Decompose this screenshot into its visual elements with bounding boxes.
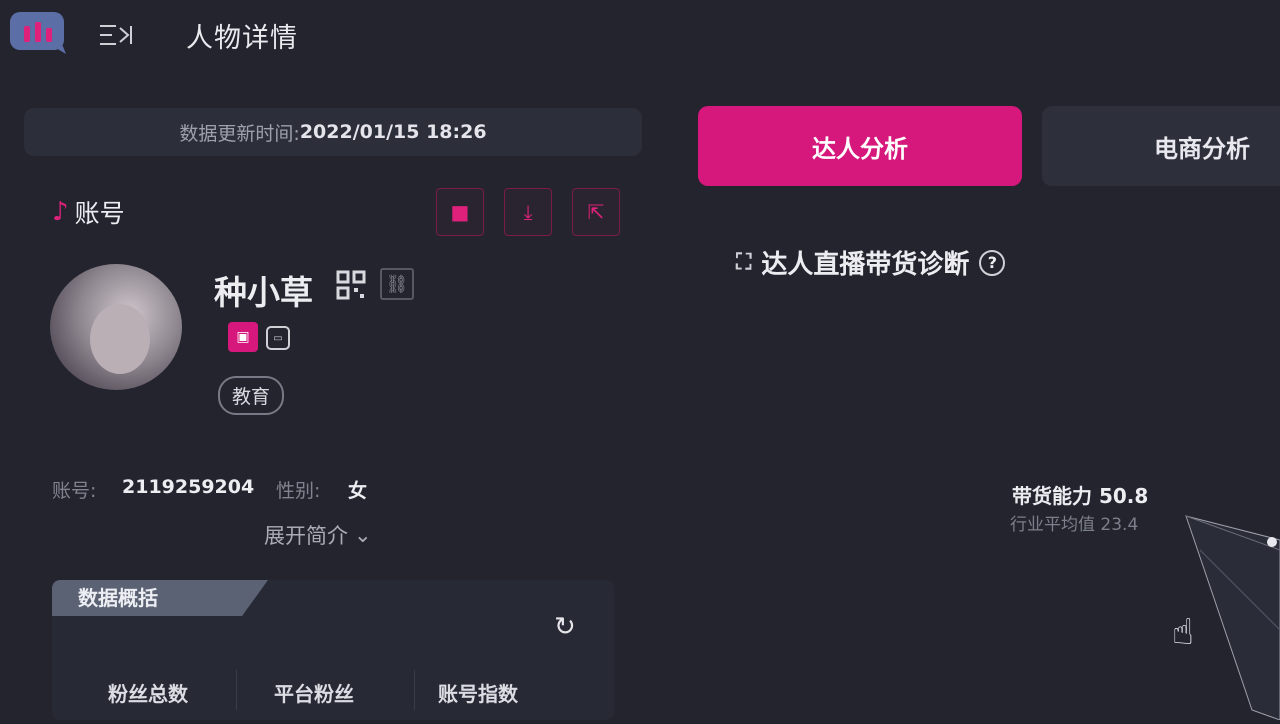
logo	[8, 10, 70, 54]
account-name: 种小草	[214, 273, 313, 312]
avg-label: 行业平均值	[1010, 515, 1095, 535]
shop-icon: ▭	[266, 326, 290, 350]
help-icon[interactable]: ?	[979, 249, 1006, 276]
avatar	[50, 264, 182, 390]
avatar-face	[90, 304, 150, 374]
page-title: 人物详情	[186, 23, 298, 54]
overview-tab[interactable]: 数据概括	[52, 580, 268, 616]
divider	[236, 670, 237, 710]
download-icon: ⤓	[523, 200, 533, 224]
share-icon: ⇱	[587, 200, 605, 224]
diagnosis-heading: ⛶ 达人直播带货诊断 ?	[736, 244, 1006, 281]
metric-platform-fans: 平台粉丝	[274, 682, 354, 706]
gender-value: 女	[348, 480, 368, 502]
expand-intro-button[interactable]: 展开简介 ⌄	[264, 520, 372, 550]
account-id-value: 2119259204	[122, 476, 255, 498]
favorite-button[interactable]: ■	[436, 188, 484, 236]
square-icon: ■	[450, 200, 470, 224]
tab-ecommerce-analysis[interactable]: 电商分析	[1042, 106, 1280, 186]
data-overview-panel: 数据概括 ↻ 粉丝总数 平台粉丝 账号指数	[52, 580, 614, 720]
category-tag[interactable]: 教育	[218, 376, 285, 415]
account-id-label: 账号:	[52, 480, 97, 502]
ability-label: 带货能力	[1012, 484, 1092, 508]
account-section-heading: ♪ 账号	[52, 194, 125, 230]
refresh-icon[interactable]: ↻	[554, 612, 584, 642]
update-time-label: 数据更新时间:	[179, 122, 300, 145]
metric-account-index: 账号指数	[438, 682, 518, 706]
radar-chart	[1180, 470, 1280, 721]
industry-average: 行业平均值 23.4	[1010, 510, 1138, 535]
divider	[414, 670, 415, 710]
qr-code-icon[interactable]	[336, 270, 366, 300]
diagnosis-title: 达人直播带货诊断	[761, 250, 970, 280]
chevron-down-icon: ⌄	[354, 523, 372, 547]
download-button[interactable]: ⤓	[504, 188, 552, 236]
share-button[interactable]: ⇱	[572, 188, 620, 236]
expand-intro-label: 展开简介	[264, 524, 348, 548]
account-heading-label: 账号	[74, 199, 125, 228]
update-time-value: 2022/01/15 18:26	[299, 121, 487, 143]
metric-total-fans: 粉丝总数	[108, 682, 188, 706]
update-time-bar: 数据更新时间: 2022/01/15 18:26	[24, 108, 642, 156]
live-tv-icon: ▣	[228, 322, 258, 352]
tab-talent-analysis[interactable]: 达人分析	[698, 106, 1022, 186]
avg-value: 23.4	[1100, 515, 1139, 535]
link-icon[interactable]: ⛓	[380, 268, 414, 300]
ability-score: 带货能力 50.8	[1012, 480, 1148, 509]
tiktok-icon: ♪	[52, 197, 69, 227]
gender-label: 性别:	[276, 480, 321, 502]
ability-value: 50.8	[1098, 484, 1149, 508]
scan-icon: ⛶	[736, 250, 752, 275]
hand-cursor-icon: ☝	[1172, 612, 1194, 653]
menu-icon[interactable]	[100, 22, 134, 48]
